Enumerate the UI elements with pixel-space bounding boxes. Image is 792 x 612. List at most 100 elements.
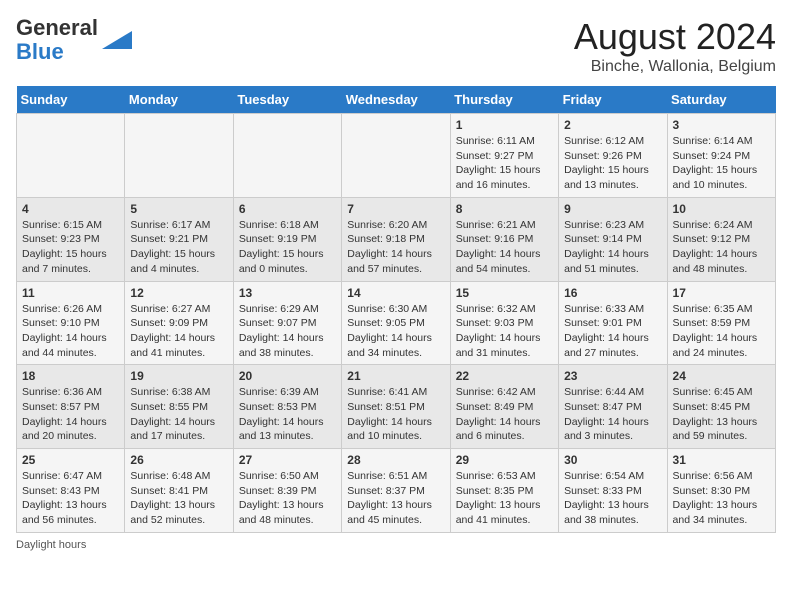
day-info: Sunrise: 6:50 AM Sunset: 8:39 PM Dayligh… — [239, 469, 336, 528]
calendar-week-row: 1Sunrise: 6:11 AM Sunset: 9:27 PM Daylig… — [17, 114, 776, 198]
day-info: Sunrise: 6:29 AM Sunset: 9:07 PM Dayligh… — [239, 302, 336, 361]
calendar-week-row: 25Sunrise: 6:47 AM Sunset: 8:43 PM Dayli… — [17, 449, 776, 533]
day-number: 11 — [22, 286, 119, 300]
title-area: August 2024 Binche, Wallonia, Belgium — [574, 16, 776, 76]
daylight-label: Daylight hours — [16, 539, 86, 551]
calendar-cell: 10 Sunrise: 6:24 AM Sunset: 9:12 PM Dayli… — [667, 197, 775, 281]
day-info: Sunrise: 6:30 AM Sunset: 9:05 PM Dayligh… — [347, 302, 444, 361]
day-number: 17 — [673, 286, 770, 300]
calendar-cell: 23 Sunrise: 6:44 AM Sunset: 8:47 PM Dayli… — [559, 365, 667, 449]
day-info: Sunrise: 6:42 AM Sunset: 8:49 PM Dayligh… — [456, 385, 553, 444]
day-info: Sunrise: 6:14 AM Sunset: 9:24 PM Dayligh… — [673, 134, 770, 193]
day-info: Sunrise: 6:39 AM Sunset: 8:53 PM Dayligh… — [239, 385, 336, 444]
day-info: Sunrise: 6:20 AM Sunset: 9:18 PM Dayligh… — [347, 218, 444, 277]
day-number: 7 — [347, 202, 444, 216]
calendar-cell: 19 Sunrise: 6:38 AM Sunset: 8:55 PM Dayli… — [125, 365, 233, 449]
day-info: Sunrise: 6:51 AM Sunset: 8:37 PM Dayligh… — [347, 469, 444, 528]
calendar-table: SundayMondayTuesdayWednesdayThursdayFrid… — [16, 86, 776, 533]
calendar-cell: 25Sunrise: 6:47 AM Sunset: 8:43 PM Dayli… — [17, 449, 125, 533]
day-number: 10 — [673, 202, 770, 216]
day-info: Sunrise: 6:27 AM Sunset: 9:09 PM Dayligh… — [130, 302, 227, 361]
day-number: 19 — [130, 369, 227, 383]
day-number: 28 — [347, 453, 444, 467]
month-title: August 2024 — [574, 16, 776, 58]
calendar-week-row: 11 Sunrise: 6:26 AM Sunset: 9:10 PM Dayli… — [17, 281, 776, 365]
day-number: 15 — [456, 286, 553, 300]
day-number: 26 — [130, 453, 227, 467]
calendar-day-header: Wednesday — [342, 86, 450, 114]
calendar-cell: 15 Sunrise: 6:32 AM Sunset: 9:03 PM Dayli… — [450, 281, 558, 365]
calendar-cell: 21 Sunrise: 6:41 AM Sunset: 8:51 PM Dayli… — [342, 365, 450, 449]
day-info: Sunrise: 6:18 AM Sunset: 9:19 PM Dayligh… — [239, 218, 336, 277]
calendar-cell: 11 Sunrise: 6:26 AM Sunset: 9:10 PM Dayli… — [17, 281, 125, 365]
day-info: Sunrise: 6:38 AM Sunset: 8:55 PM Dayligh… — [130, 385, 227, 444]
calendar-cell: 5 Sunrise: 6:17 AM Sunset: 9:21 PM Daylig… — [125, 197, 233, 281]
calendar-day-header: Sunday — [17, 86, 125, 114]
calendar-day-header: Monday — [125, 86, 233, 114]
day-info: Sunrise: 6:35 AM Sunset: 8:59 PM Dayligh… — [673, 302, 770, 361]
day-number: 23 — [564, 369, 661, 383]
day-info: Sunrise: 6:44 AM Sunset: 8:47 PM Dayligh… — [564, 385, 661, 444]
day-number: 2 — [564, 118, 661, 132]
calendar-cell: 2 Sunrise: 6:12 AM Sunset: 9:26 PM Daylig… — [559, 114, 667, 198]
footer: Daylight hours — [16, 539, 776, 551]
day-info: Sunrise: 6:24 AM Sunset: 9:12 PM Dayligh… — [673, 218, 770, 277]
calendar-cell: 18Sunrise: 6:36 AM Sunset: 8:57 PM Dayli… — [17, 365, 125, 449]
calendar-cell: 30 Sunrise: 6:54 AM Sunset: 8:33 PM Dayli… — [559, 449, 667, 533]
day-number: 14 — [347, 286, 444, 300]
day-info: Sunrise: 6:17 AM Sunset: 9:21 PM Dayligh… — [130, 218, 227, 277]
calendar-cell: 3 Sunrise: 6:14 AM Sunset: 9:24 PM Daylig… — [667, 114, 775, 198]
calendar-cell: 7 Sunrise: 6:20 AM Sunset: 9:18 PM Daylig… — [342, 197, 450, 281]
day-info: Sunrise: 6:53 AM Sunset: 8:35 PM Dayligh… — [456, 469, 553, 528]
header: General Blue August 2024 Binche, Walloni… — [16, 16, 776, 76]
calendar-cell: 4Sunrise: 6:15 AM Sunset: 9:23 PM Daylig… — [17, 197, 125, 281]
day-info: Sunrise: 6:15 AM Sunset: 9:23 PM Dayligh… — [22, 218, 119, 277]
day-number: 21 — [347, 369, 444, 383]
calendar-cell: 6Sunrise: 6:18 AM Sunset: 9:19 PM Daylig… — [233, 197, 341, 281]
day-info: Sunrise: 6:26 AM Sunset: 9:10 PM Dayligh… — [22, 302, 119, 361]
day-number: 30 — [564, 453, 661, 467]
day-number: 20 — [239, 369, 336, 383]
day-info: Sunrise: 6:36 AM Sunset: 8:57 PM Dayligh… — [22, 385, 119, 444]
logo-blue: Blue — [16, 39, 64, 64]
day-info: Sunrise: 6:12 AM Sunset: 9:26 PM Dayligh… — [564, 134, 661, 193]
logo-general: General — [16, 15, 98, 40]
day-number: 29 — [456, 453, 553, 467]
calendar-week-row: 18Sunrise: 6:36 AM Sunset: 8:57 PM Dayli… — [17, 365, 776, 449]
calendar-cell — [125, 114, 233, 198]
day-number: 5 — [130, 202, 227, 216]
calendar-cell: 14 Sunrise: 6:30 AM Sunset: 9:05 PM Dayli… — [342, 281, 450, 365]
logo-icon — [102, 31, 132, 49]
day-info: Sunrise: 6:47 AM Sunset: 8:43 PM Dayligh… — [22, 469, 119, 528]
calendar-cell: 24 Sunrise: 6:45 AM Sunset: 8:45 PM Dayli… — [667, 365, 775, 449]
calendar-cell: 31 Sunrise: 6:56 AM Sunset: 8:30 PM Dayli… — [667, 449, 775, 533]
day-info: Sunrise: 6:45 AM Sunset: 8:45 PM Dayligh… — [673, 385, 770, 444]
calendar-cell: 12Sunrise: 6:27 AM Sunset: 9:09 PM Dayli… — [125, 281, 233, 365]
calendar-cell: 26Sunrise: 6:48 AM Sunset: 8:41 PM Dayli… — [125, 449, 233, 533]
day-number: 24 — [673, 369, 770, 383]
location-title: Binche, Wallonia, Belgium — [574, 58, 776, 76]
calendar-cell: 16Sunrise: 6:33 AM Sunset: 9:01 PM Dayli… — [559, 281, 667, 365]
day-info: Sunrise: 6:56 AM Sunset: 8:30 PM Dayligh… — [673, 469, 770, 528]
day-number: 31 — [673, 453, 770, 467]
calendar-day-header: Saturday — [667, 86, 775, 114]
day-number: 8 — [456, 202, 553, 216]
day-number: 3 — [673, 118, 770, 132]
calendar-day-header: Tuesday — [233, 86, 341, 114]
calendar-week-row: 4Sunrise: 6:15 AM Sunset: 9:23 PM Daylig… — [17, 197, 776, 281]
day-number: 22 — [456, 369, 553, 383]
calendar-header-row: SundayMondayTuesdayWednesdayThursdayFrid… — [17, 86, 776, 114]
day-info: Sunrise: 6:21 AM Sunset: 9:16 PM Dayligh… — [456, 218, 553, 277]
logo: General Blue — [16, 16, 132, 64]
calendar-cell: 27Sunrise: 6:50 AM Sunset: 8:39 PM Dayli… — [233, 449, 341, 533]
calendar-cell — [342, 114, 450, 198]
day-info: Sunrise: 6:41 AM Sunset: 8:51 PM Dayligh… — [347, 385, 444, 444]
calendar-day-header: Friday — [559, 86, 667, 114]
day-info: Sunrise: 6:54 AM Sunset: 8:33 PM Dayligh… — [564, 469, 661, 528]
day-info: Sunrise: 6:33 AM Sunset: 9:01 PM Dayligh… — [564, 302, 661, 361]
calendar-cell: 8 Sunrise: 6:21 AM Sunset: 9:16 PM Daylig… — [450, 197, 558, 281]
day-info: Sunrise: 6:23 AM Sunset: 9:14 PM Dayligh… — [564, 218, 661, 277]
calendar-cell: 17 Sunrise: 6:35 AM Sunset: 8:59 PM Dayli… — [667, 281, 775, 365]
day-info: Sunrise: 6:32 AM Sunset: 9:03 PM Dayligh… — [456, 302, 553, 361]
calendar-cell: 28 Sunrise: 6:51 AM Sunset: 8:37 PM Dayli… — [342, 449, 450, 533]
